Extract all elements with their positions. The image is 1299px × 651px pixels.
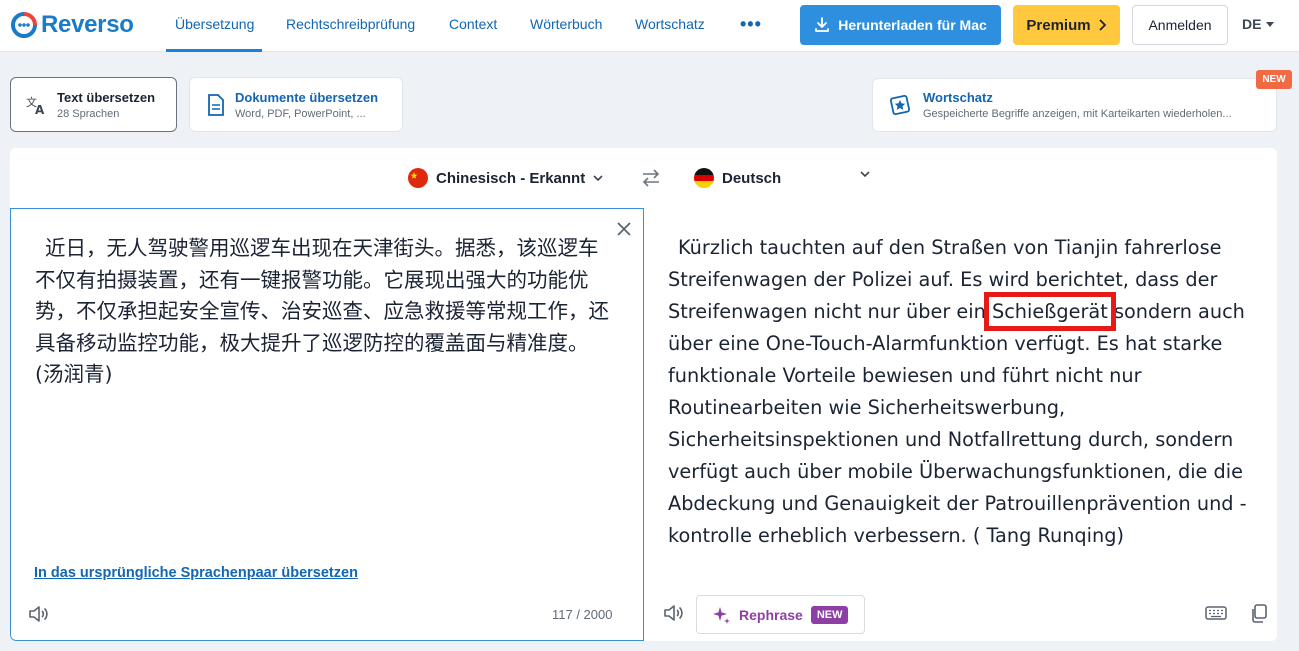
character-count: 117 / 2000 [552, 607, 613, 622]
source-text-area[interactable]: 近日，无人驾驶警用巡逻车出现在天津街头。据悉，该巡逻车不仅有拍摄装置，还有一键报… [10, 208, 644, 641]
source-text[interactable]: 近日，无人驾驶警用巡逻车出现在天津街头。据悉，该巡逻车不仅有拍摄装置，还有一键报… [35, 233, 615, 391]
top-header: Reverso Übersetzung Rechtschreibprüfung … [0, 0, 1299, 52]
nav-more-button[interactable]: ••• [740, 14, 762, 35]
translated-text[interactable]: Kürzlich tauchten auf den Straßen von Ti… [668, 232, 1258, 552]
mode-docs-translate[interactable]: Dokumente übersetzen Word, PDF, PowerPoi… [189, 77, 403, 132]
original-pair-link[interactable]: In das ursprüngliche Sprachenpaar überse… [34, 565, 358, 581]
source-language-select[interactable]: Chinesisch - Erkannt [408, 168, 603, 188]
rephrase-button[interactable]: Rephrase NEW [696, 595, 865, 634]
language-bar: Chinesisch - Erkannt Deutsch [10, 148, 1277, 208]
new-badge: NEW [1256, 70, 1292, 89]
vocabulary-card-sub: Gespeicherte Begriffe anzeigen, mit Kart… [923, 108, 1232, 120]
copy-icon[interactable] [1250, 604, 1268, 624]
mode-text-translate[interactable]: 文 A Text übersetzen 28 Sprachen [10, 77, 177, 132]
vocabulary-card-title: Wortschatz [923, 90, 993, 105]
document-icon [208, 93, 224, 116]
ui-language-select[interactable]: DE [1242, 16, 1275, 32]
download-label: Herunterladen für Mac [838, 17, 987, 33]
nav-dictionary[interactable]: Wörterbuch [530, 16, 602, 32]
source-language-label: Chinesisch - Erkannt [436, 169, 586, 187]
logo-text: Reverso [41, 11, 134, 38]
mode-docs-title: Dokumente übersetzen [235, 89, 379, 105]
translate-icon: 文 A [26, 95, 45, 116]
reverso-logo-icon [11, 12, 37, 38]
reverso-logo[interactable]: Reverso [10, 10, 134, 40]
target-language-label: Deutsch [722, 169, 782, 187]
premium-label: Premium [1026, 16, 1091, 34]
chevron-down-icon [593, 175, 603, 181]
speaker-icon[interactable] [662, 602, 686, 624]
keyboard-icon[interactable] [1205, 606, 1227, 620]
vocabulary-card[interactable]: Wortschatz Gespeicherte Begriffe anzeige… [872, 78, 1277, 132]
login-button[interactable]: Anmelden [1132, 5, 1228, 45]
nav-spellcheck[interactable]: Rechtschreibprüfung [286, 16, 415, 32]
target-language-select[interactable]: Deutsch [694, 168, 781, 188]
flashcard-star-icon [889, 94, 911, 116]
caret-down-icon [1266, 21, 1275, 27]
clear-text-icon[interactable] [614, 219, 634, 239]
nav-translation[interactable]: Übersetzung [175, 16, 254, 32]
translated-text-part: sondern auch über eine One-Touch-Alarmfu… [668, 300, 1247, 547]
nav-vocabulary[interactable]: Wortschatz [635, 16, 705, 32]
svg-text:A: A [35, 103, 45, 116]
nav-context[interactable]: Context [449, 16, 497, 32]
speaker-icon[interactable] [27, 603, 51, 625]
mode-text-title: Text übersetzen [57, 89, 156, 105]
mode-docs-sub: Word, PDF, PowerPoint, ... [235, 107, 366, 120]
nav-active-indicator [166, 49, 262, 52]
chevron-right-icon [1098, 19, 1106, 31]
highlighted-term[interactable]: Schießgerät [983, 292, 1116, 331]
ui-language-label: DE [1242, 16, 1262, 32]
china-flag-icon [408, 168, 428, 188]
translator-panel: Chinesisch - Erkannt Deutsch 近日，无人驾驶警用巡逻… [10, 148, 1277, 641]
rephrase-label: Rephrase [739, 606, 803, 623]
download-mac-button[interactable]: Herunterladen für Mac [800, 5, 1001, 45]
target-text-area: Kürzlich tauchten auf den Straßen von Ti… [644, 208, 1277, 641]
swap-languages-icon[interactable] [640, 168, 662, 188]
germany-flag-icon [694, 168, 714, 188]
mode-text-sub: 28 Sprachen [57, 107, 120, 120]
download-icon [815, 17, 830, 32]
sparkle-icon [713, 606, 730, 624]
premium-button[interactable]: Premium [1013, 5, 1120, 45]
chevron-down-icon[interactable] [860, 171, 870, 177]
rephrase-new-badge: NEW [810, 605, 849, 624]
